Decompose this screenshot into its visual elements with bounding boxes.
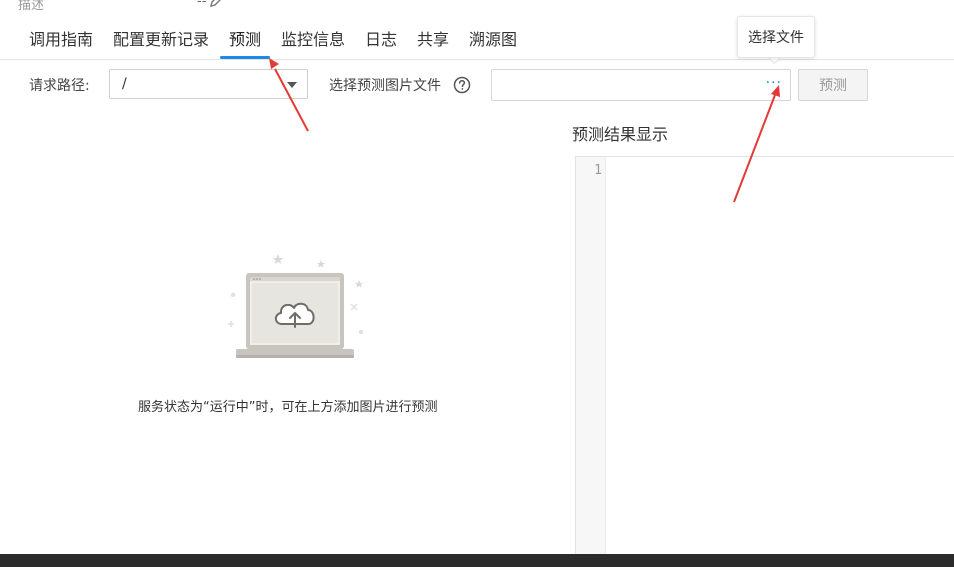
tab-guide[interactable]: 调用指南 [29,29,93,51]
bottom-bar [0,554,954,567]
line-number-gutter: 1 [576,157,606,554]
file-tooltip: 选择文件 [737,16,815,58]
active-tab-indicator [220,56,270,59]
result-title: 预测结果显示 [572,125,669,144]
request-path-label: 请求路径: [29,78,90,94]
tab-lineage[interactable]: 溯源图 [469,29,517,51]
line-number: 1 [594,163,602,178]
result-editor[interactable]: 1 [575,156,954,555]
predict-button[interactable]: 预测 [798,69,868,101]
file-input[interactable]: ··· [491,69,791,101]
tab-monitor[interactable]: 监控信息 [281,29,345,51]
browse-file-button[interactable]: ··· [766,75,782,91]
description-value: -- [197,0,207,9]
laptop-cloud-upload-icon [228,254,364,358]
description-label: 描述 [18,0,45,13]
file-select-label: 选择预测图片文件 [329,78,441,94]
question-circle-icon[interactable] [453,76,471,94]
tab-logs[interactable]: 日志 [365,29,397,51]
empty-state-message: 服务状态为“运行中”时，可在上方添加图片进行预测 [138,400,438,415]
pencil-icon[interactable] [208,0,228,8]
tab-share[interactable]: 共享 [417,29,449,51]
request-path-select[interactable]: / [109,69,308,99]
tab-config-history[interactable]: 配置更新记录 [113,29,209,51]
chevron-down-icon [287,82,297,88]
tab-predict[interactable]: 预测 [229,29,261,51]
request-path-value: / [122,76,127,92]
